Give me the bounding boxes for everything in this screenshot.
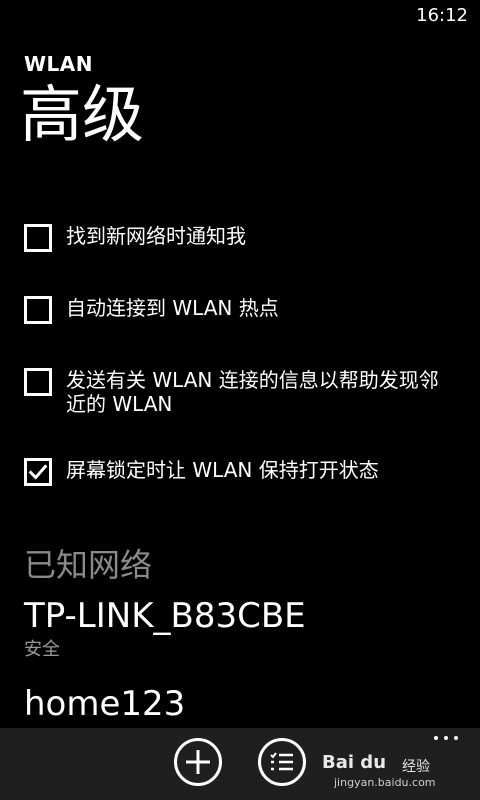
network-item[interactable]: home123 — [24, 684, 464, 724]
option-label: 自动连接到 WLAN 热点 — [66, 296, 279, 320]
checkbox-auto-connect-hotspot[interactable] — [24, 296, 52, 324]
known-networks-title: 已知网络 — [24, 546, 153, 584]
watermark-url: jingyan.baidu.com — [334, 776, 436, 789]
list-button[interactable] — [258, 738, 306, 786]
checkbox-keep-wlan-on-locked[interactable] — [24, 458, 52, 486]
network-item[interactable]: TP-LINK_B83CBE 安全 — [24, 596, 464, 661]
option-notify-new-networks[interactable]: 找到新网络时通知我 — [24, 224, 454, 252]
network-status: 安全 — [24, 639, 60, 660]
option-keep-wlan-on-locked[interactable]: 屏幕锁定时让 WLAN 保持打开状态 — [24, 458, 454, 486]
checkmark-icon — [28, 464, 48, 480]
network-name: home123 — [24, 684, 186, 724]
option-label: 找到新网络时通知我 — [66, 224, 246, 248]
checkbox-send-wlan-info[interactable] — [24, 368, 52, 396]
page-title: 高级 — [20, 78, 145, 151]
app-title: WLAN — [24, 52, 94, 76]
add-button[interactable] — [174, 738, 222, 786]
watermark-text: 经验 — [402, 759, 430, 775]
option-label: 屏幕锁定时让 WLAN 保持打开状态 — [66, 458, 379, 482]
list-icon — [270, 752, 293, 771]
option-label: 发送有关 WLAN 连接的信息以帮助发现邻近的 WLAN — [66, 368, 439, 416]
checkbox-notify-new-networks[interactable] — [24, 224, 52, 252]
network-name: TP-LINK_B83CBE — [24, 596, 306, 636]
app-bar: Bai du 经验 jingyan.baidu.com — [0, 728, 480, 800]
option-send-wlan-info[interactable]: 发送有关 WLAN 连接的信息以帮助发现邻近的 WLAN — [24, 368, 454, 416]
watermark-brand: Bai du — [322, 752, 387, 773]
more-dots-icon[interactable] — [434, 736, 458, 740]
watermark-logo: Bai du 经验 jingyan.baidu.com — [322, 752, 472, 796]
option-auto-connect-hotspot[interactable]: 自动连接到 WLAN 热点 — [24, 296, 454, 324]
status-time: 16:12 — [416, 5, 468, 26]
add-icon — [186, 750, 210, 774]
